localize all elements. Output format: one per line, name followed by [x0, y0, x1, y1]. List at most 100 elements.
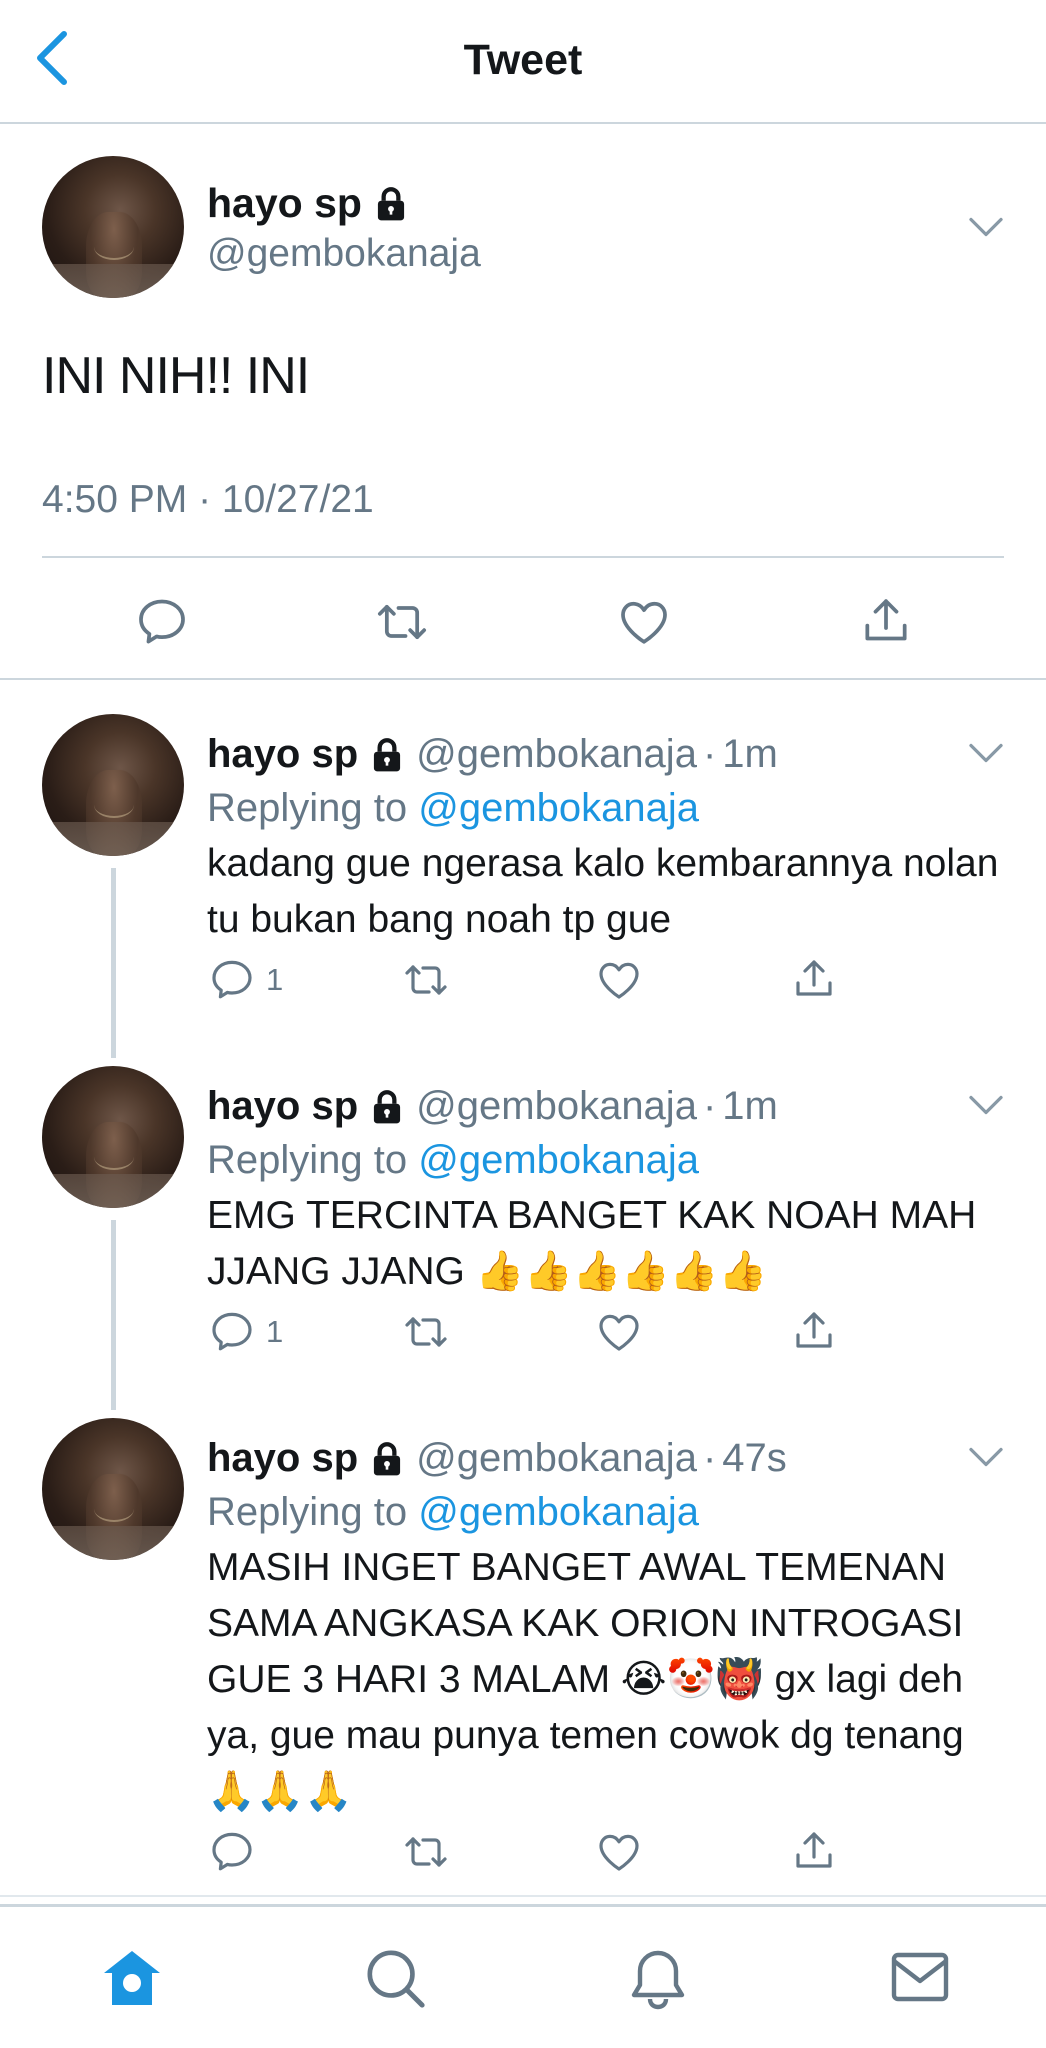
page-title: Tweet	[463, 36, 583, 84]
reply-button[interactable]: 1	[208, 1308, 283, 1356]
retweet-button[interactable]	[400, 956, 452, 1004]
tab-notifications[interactable]	[628, 1947, 688, 2016]
reply-button[interactable]: 1	[208, 956, 283, 1004]
reply-count: 1	[266, 1314, 284, 1349]
user-handle[interactable]: @gembokanaja	[416, 1436, 697, 1481]
lock-icon	[370, 1441, 404, 1477]
retweet-button[interactable]	[400, 1308, 452, 1356]
display-name[interactable]: hayo sp	[207, 1084, 358, 1129]
reply-count: 1	[266, 962, 284, 997]
retweet-icon	[400, 1308, 452, 1356]
like-button[interactable]	[595, 1308, 643, 1356]
tweet-actions	[0, 1828, 1046, 1888]
chevron-down-icon	[968, 1446, 1004, 1468]
avatar[interactable]	[42, 156, 184, 298]
avatar[interactable]	[42, 1066, 184, 1208]
avatar[interactable]	[42, 714, 184, 856]
tab-home[interactable]	[100, 1947, 164, 2014]
share-icon	[790, 1826, 838, 1876]
share-button[interactable]	[790, 1826, 838, 1876]
replying-to-label: Replying to	[207, 1138, 419, 1182]
replying-to-link[interactable]: @gembokanaja	[418, 1138, 699, 1182]
like-icon	[616, 594, 672, 650]
user-handle[interactable]: @gembokanaja	[207, 232, 481, 276]
replying-to: Replying to @gembokanaja	[207, 1138, 699, 1183]
display-name[interactable]: hayo sp	[207, 180, 362, 227]
retweet-button[interactable]	[372, 594, 432, 650]
share-button[interactable]	[790, 1306, 838, 1356]
reply-button[interactable]	[208, 1828, 256, 1876]
like-icon	[595, 1308, 643, 1356]
reply-icon	[208, 1828, 256, 1876]
tweet-actions	[0, 554, 1046, 680]
replying-to-label: Replying to	[207, 1490, 419, 1534]
tweet-text: EMG TERCINTA BANGET KAK NOAH MAH JJANG J…	[207, 1194, 977, 1293]
main-tweet: hayo sp @gembokanaja INI NIH!! INI 4:50 …	[0, 124, 1046, 680]
share-button[interactable]	[790, 954, 838, 1004]
chevron-down-icon	[968, 742, 1004, 764]
reply-tweet[interactable]: hayo sp @gembokanaja · 1m Replying to @g…	[0, 1066, 1046, 1410]
lock-icon	[370, 1089, 404, 1125]
share-icon	[790, 1306, 838, 1356]
lock-icon	[374, 186, 408, 222]
search-icon	[367, 1950, 425, 2008]
reply-time[interactable]: 1m	[722, 732, 778, 777]
display-name[interactable]: hayo sp	[207, 732, 358, 777]
tab-search[interactable]	[364, 1947, 426, 2014]
separator-dot: ·	[702, 732, 717, 776]
reply-button[interactable]	[134, 594, 190, 650]
reply-header: hayo sp @gembokanaja · 1m	[207, 1084, 778, 1129]
share-icon	[858, 592, 914, 650]
tweet-menu-button[interactable]	[968, 1094, 1008, 1124]
tweet-text: MASIH INGET BANGET AWAL TEMENAN SAMA ANG…	[207, 1546, 964, 1813]
tweet-actions: 1	[0, 1308, 1046, 1368]
reply-icon	[134, 594, 190, 650]
home-icon	[104, 1951, 160, 2005]
reply-header: hayo sp @gembokanaja · 47s	[207, 1436, 787, 1481]
mail-icon	[891, 1952, 949, 2002]
separator-dot: ·	[702, 1084, 717, 1128]
tweet-menu-button[interactable]	[968, 1446, 1008, 1476]
like-button[interactable]	[595, 1828, 643, 1876]
chevron-down-icon	[968, 1094, 1004, 1116]
tab-messages[interactable]	[890, 1947, 950, 2012]
replying-to: Replying to @gembokanaja	[207, 1490, 699, 1535]
tweet-menu-button[interactable]	[968, 742, 1008, 772]
like-icon	[595, 1828, 643, 1876]
reply-tweet[interactable]: hayo sp @gembokanaja · 47s Replying to @…	[0, 1418, 1046, 1898]
retweet-icon	[372, 594, 432, 650]
like-button[interactable]	[595, 956, 643, 1004]
avatar[interactable]	[42, 1418, 184, 1560]
tweet-timestamp[interactable]: 4:50 PM · 10/27/21	[42, 478, 374, 522]
retweet-icon	[400, 956, 452, 1004]
retweet-button[interactable]	[400, 1828, 452, 1876]
replying-to-link[interactable]: @gembokanaja	[418, 1490, 699, 1534]
display-name[interactable]: hayo sp	[207, 1436, 358, 1481]
reply-tweet[interactable]: hayo sp @gembokanaja · 1m Replying to @g…	[0, 714, 1046, 1058]
reply-time[interactable]: 1m	[722, 1084, 778, 1129]
reply-icon	[208, 1308, 256, 1356]
divider	[0, 1895, 1046, 1897]
replying-to-link[interactable]: @gembokanaja	[418, 786, 699, 830]
replying-to-label: Replying to	[207, 786, 419, 830]
user-handle[interactable]: @gembokanaja	[416, 732, 697, 777]
tweet-actions: 1	[0, 956, 1046, 1016]
like-button[interactable]	[616, 594, 672, 650]
lock-icon	[370, 737, 404, 773]
reply-time[interactable]: 47s	[722, 1436, 787, 1481]
share-button[interactable]	[858, 592, 914, 650]
reply-header: hayo sp @gembokanaja · 1m	[207, 732, 778, 777]
separator-dot: ·	[702, 1436, 717, 1480]
user-handle[interactable]: @gembokanaja	[416, 1084, 697, 1129]
tweet-text: kadang gue ngerasa kalo kembarannya nola…	[207, 842, 999, 941]
like-icon	[595, 956, 643, 1004]
tweet-menu-button[interactable]	[968, 216, 1008, 246]
chevron-down-icon	[968, 216, 1004, 238]
share-icon	[790, 954, 838, 1004]
retweet-icon	[400, 1828, 452, 1876]
tweet-text: INI NIH!! INI	[42, 347, 310, 405]
top-nav-bar: Tweet	[0, 0, 1046, 124]
display-name-row: hayo sp	[207, 180, 408, 227]
bottom-tab-bar	[0, 1895, 1046, 2048]
replying-to: Replying to @gembokanaja	[207, 786, 699, 831]
